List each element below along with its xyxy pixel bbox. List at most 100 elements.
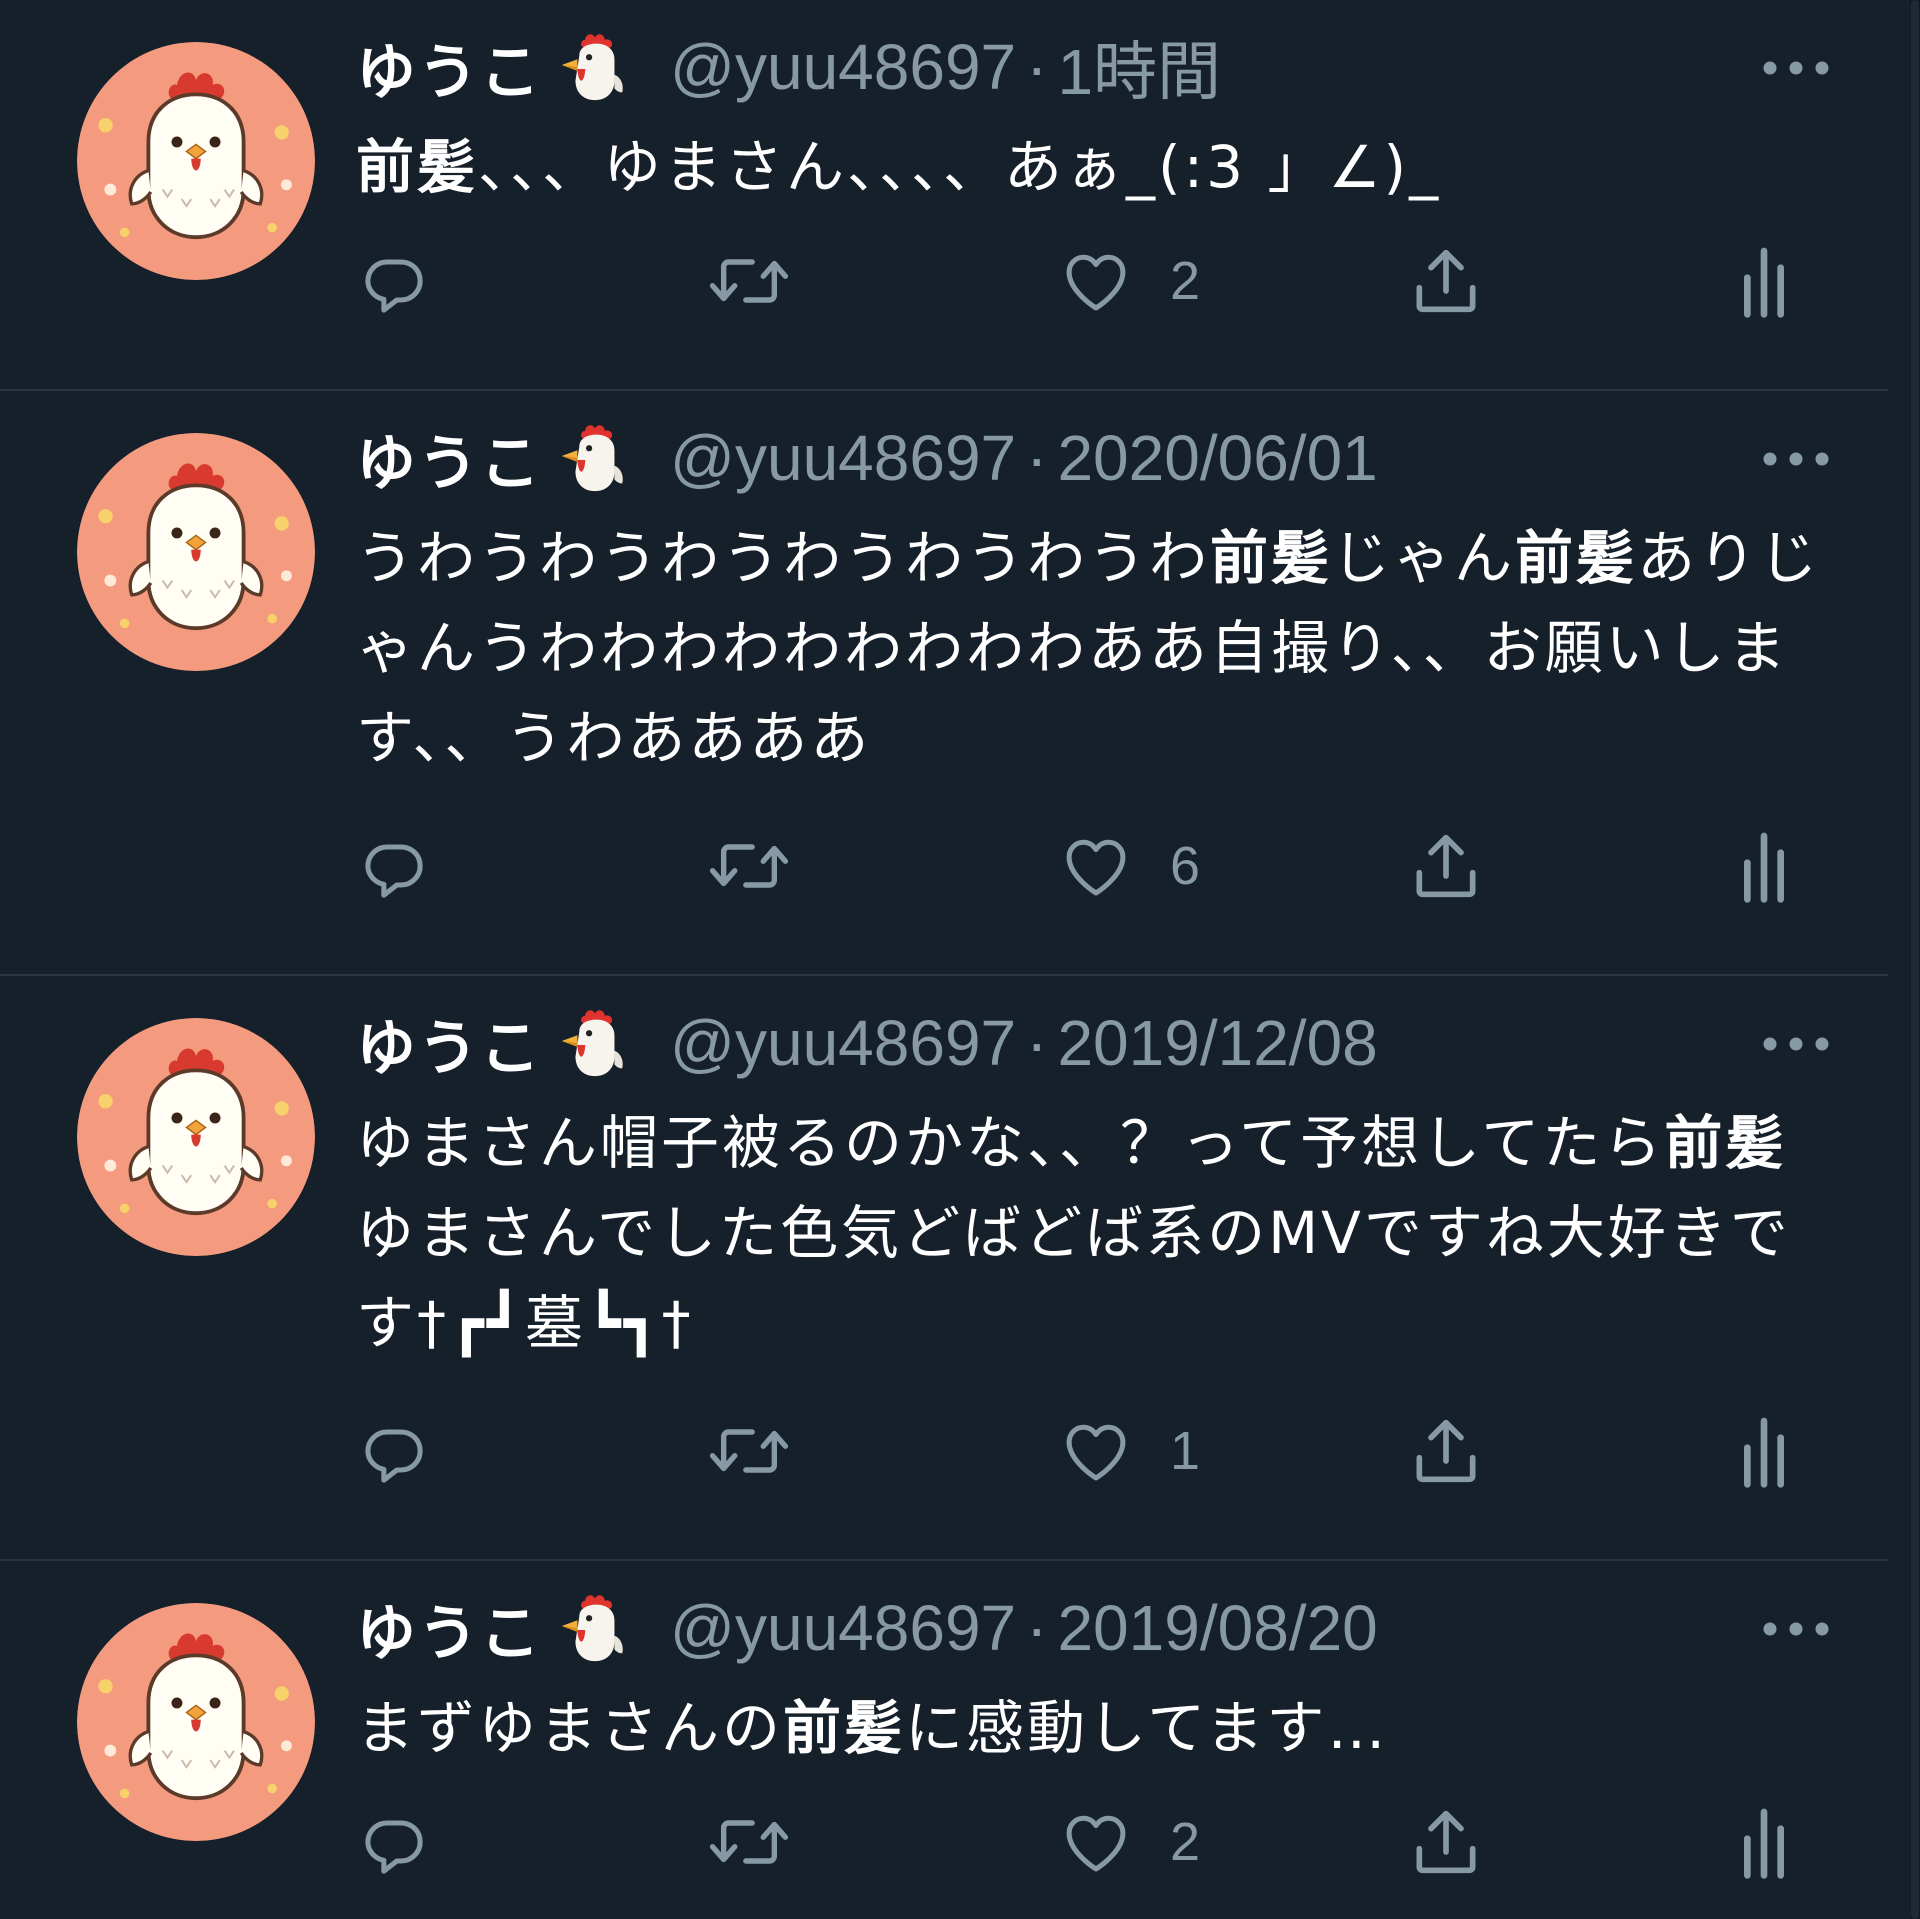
avatar[interactable] (77, 42, 315, 280)
share-icon (1406, 1411, 1486, 1491)
share-button[interactable] (1406, 1797, 1486, 1887)
retweet-icon (704, 1804, 794, 1880)
timestamp[interactable]: 1時間 (1057, 21, 1221, 113)
tweet-text-segment: じゃん (1332, 524, 1516, 592)
tweet-text: まずゆまさんの前髪に感動してます… (356, 1683, 1846, 1773)
more-icon[interactable] (1760, 1619, 1832, 1639)
analytics-icon (1738, 1411, 1790, 1491)
reply-icon (356, 828, 432, 904)
more-icon[interactable] (1760, 1034, 1832, 1054)
tweet-text-bold: 前髪 (1210, 524, 1333, 592)
like-button[interactable]: 6 (1056, 821, 1200, 911)
retweet-button[interactable] (704, 821, 794, 911)
scrollbar[interactable] (1910, 0, 1920, 1919)
tweet-text-segment: うわうわうわうわうわうわうわ (356, 524, 1211, 592)
heart-icon (1056, 828, 1136, 904)
display-name[interactable]: ゆうこ (356, 1585, 542, 1672)
scrollbar-thumb[interactable] (1911, 0, 1919, 1919)
separator-dot: · (1026, 422, 1048, 494)
tweet-text: ゆまさん帽子被るのかな、、？って予想してたら前髪ゆまさんでした色気どばどば系のM… (356, 1098, 1846, 1368)
tweet-text-segment: 、、、ゆまさん、、、、あぁ_(:3 」∠)_ (478, 133, 1442, 201)
timestamp[interactable]: 2019/08/20 (1057, 1591, 1377, 1665)
reply-button[interactable] (356, 821, 432, 911)
rooster-emoji-icon (554, 1589, 632, 1667)
share-button[interactable] (1406, 236, 1486, 326)
retweet-button[interactable] (704, 236, 794, 326)
heart-icon (1056, 1804, 1136, 1880)
like-button[interactable]: 1 (1056, 1406, 1200, 1496)
reply-icon (356, 243, 432, 319)
reply-button[interactable] (356, 1406, 432, 1496)
avatar[interactable] (77, 1018, 315, 1256)
tweet-text-bold: 前髪 (1664, 1109, 1787, 1177)
avatar[interactable] (77, 1603, 315, 1841)
retweet-icon (704, 1413, 794, 1489)
tweet-text-segment: に感動してます… (905, 1694, 1389, 1762)
reply-icon (356, 1413, 432, 1489)
tweet[interactable]: ゆうこ @yuu48697 · 2019/08/20 まずゆまさんの前髪に感動し… (0, 1561, 1888, 1919)
display-name[interactable]: ゆうこ (356, 24, 542, 111)
tweet-actions: 2 (356, 1797, 1816, 1887)
analytics-button[interactable] (1738, 821, 1790, 911)
tweet[interactable]: ゆうこ @yuu48697 · 1時間 前髪、、、ゆまさん、、、、あぁ_(:3 … (0, 0, 1888, 391)
retweet-button[interactable] (704, 1406, 794, 1496)
tweet-header: ゆうこ @yuu48697 · 2019/12/08 (356, 998, 1378, 1088)
tweet-header: ゆうこ @yuu48697 · 2020/06/01 (356, 413, 1378, 503)
user-handle[interactable]: @yuu48697 (670, 421, 1016, 495)
display-name[interactable]: ゆうこ (356, 1000, 542, 1087)
reply-button[interactable] (356, 1797, 432, 1887)
like-count: 2 (1170, 1812, 1201, 1872)
tweet-text-bold: 前髪 (356, 133, 479, 201)
like-button[interactable]: 2 (1056, 236, 1200, 326)
analytics-icon (1738, 241, 1790, 321)
heart-icon (1056, 1413, 1136, 1489)
rooster-emoji-icon (554, 419, 632, 497)
share-button[interactable] (1406, 821, 1486, 911)
tweet-text-segment: ゆまさんでした色気どばどば系のMVですね大好きです†┏┛墓┗┓† (356, 1199, 1791, 1357)
share-icon (1406, 241, 1486, 321)
user-handle[interactable]: @yuu48697 (670, 1006, 1016, 1080)
reply-icon (356, 1804, 432, 1880)
separator-dot: · (1026, 1007, 1048, 1079)
tweet[interactable]: ゆうこ @yuu48697 · 2020/06/01 うわうわうわうわうわうわう… (0, 391, 1888, 976)
more-icon[interactable] (1760, 58, 1832, 78)
tweet-text-bold: 前髪 (783, 1694, 906, 1762)
tweet[interactable]: ゆうこ @yuu48697 · 2019/12/08 ゆまさん帽子被るのかな、、… (0, 976, 1888, 1561)
tweet-header: ゆうこ @yuu48697 · 2019/08/20 (356, 1583, 1378, 1673)
tweet-text: 前髪、、、ゆまさん、、、、あぁ_(:3 」∠)_ (356, 122, 1846, 212)
tweet-text-bold: 前髪 (1515, 524, 1638, 592)
like-count: 2 (1170, 251, 1201, 311)
tweet-header: ゆうこ @yuu48697 · 1時間 (356, 22, 1221, 112)
timestamp[interactable]: 2019/12/08 (1057, 1006, 1377, 1080)
share-icon (1406, 826, 1486, 906)
like-count: 1 (1170, 1421, 1201, 1481)
tweet-actions: 2 (356, 236, 1816, 326)
reply-button[interactable] (356, 236, 432, 326)
analytics-icon (1738, 1802, 1790, 1882)
user-handle[interactable]: @yuu48697 (670, 1591, 1016, 1665)
like-button[interactable]: 2 (1056, 1797, 1200, 1887)
tweet-text: うわうわうわうわうわうわうわ前髪じゃん前髪ありじゃんうわわわわわわわわわああ自撮… (356, 513, 1846, 783)
retweet-icon (704, 828, 794, 904)
analytics-button[interactable] (1738, 236, 1790, 326)
heart-icon (1056, 243, 1136, 319)
tweet-actions: 6 (356, 821, 1816, 911)
rooster-emoji-icon (554, 1004, 632, 1082)
separator-dot: · (1026, 31, 1048, 103)
share-icon (1406, 1802, 1486, 1882)
share-button[interactable] (1406, 1406, 1486, 1496)
analytics-button[interactable] (1738, 1406, 1790, 1496)
retweet-button[interactable] (704, 1797, 794, 1887)
display-name[interactable]: ゆうこ (356, 415, 542, 502)
like-count: 6 (1170, 836, 1201, 896)
user-handle[interactable]: @yuu48697 (670, 30, 1016, 104)
retweet-icon (704, 243, 794, 319)
analytics-icon (1738, 826, 1790, 906)
rooster-emoji-icon (554, 28, 632, 106)
analytics-button[interactable] (1738, 1797, 1790, 1887)
timeline: ゆうこ @yuu48697 · 1時間 前髪、、、ゆまさん、、、、あぁ_(:3 … (0, 0, 1888, 1919)
avatar[interactable] (77, 433, 315, 671)
tweet-text-segment: まずゆまさんの (356, 1694, 784, 1762)
timestamp[interactable]: 2020/06/01 (1057, 421, 1377, 495)
more-icon[interactable] (1760, 449, 1832, 469)
